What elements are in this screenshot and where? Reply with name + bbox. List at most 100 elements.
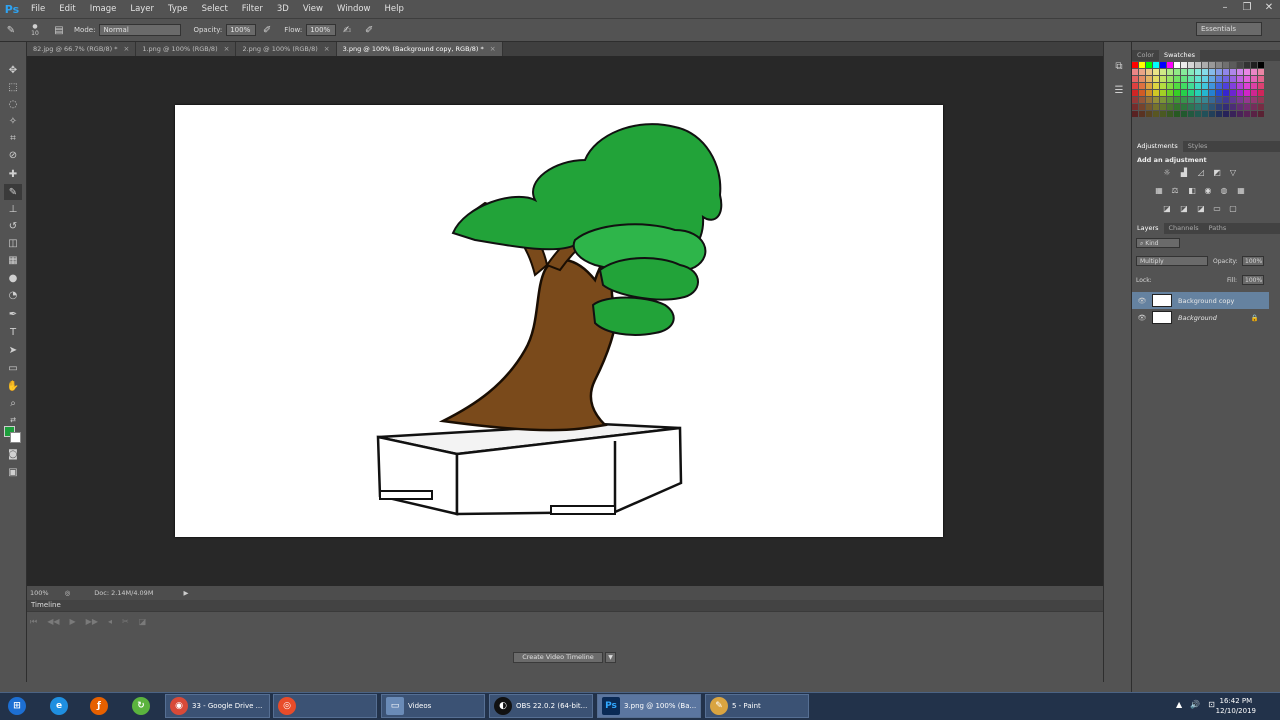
opacity-pressure-icon[interactable]: ✐ [260,23,274,37]
tab-channels[interactable]: Channels [1164,223,1204,234]
swatch[interactable] [1209,62,1216,69]
color-balance-icon[interactable]: ⚖ [1169,186,1181,196]
background-color-swatch[interactable] [10,432,21,443]
threshold-icon[interactable]: ◪ [1195,204,1207,214]
swatch[interactable] [1209,90,1216,97]
swatch[interactable] [1146,76,1153,83]
taskbar-videos[interactable]: ▭ Videos [381,694,485,718]
tab-3-png[interactable]: 3.png @ 100% (Background copy, RGB/8) * × [336,42,503,56]
swatch[interactable] [1132,111,1139,118]
swatch[interactable] [1237,97,1244,104]
swatch[interactable] [1160,97,1167,104]
swatch[interactable] [1202,104,1209,111]
swatch[interactable] [1202,111,1209,118]
menu-type[interactable]: Type [161,0,195,18]
swatch[interactable] [1223,104,1230,111]
swatch[interactable] [1139,76,1146,83]
swatch[interactable] [1153,90,1160,97]
swatch[interactable] [1160,62,1167,69]
visibility-eye-icon[interactable]: 👁 [1136,314,1148,322]
swatch[interactable] [1181,76,1188,83]
visibility-eye-icon[interactable]: 👁 [1136,297,1148,305]
swatch[interactable] [1244,111,1251,118]
healing-brush-tool-icon[interactable]: ✚ [4,166,22,182]
size-pressure-icon[interactable]: ✐ [362,23,376,37]
swatch[interactable] [1258,76,1265,83]
swatch[interactable] [1244,76,1251,83]
brush-size-picker[interactable]: ● 10 [26,23,44,37]
swatch[interactable] [1195,76,1202,83]
swatch[interactable] [1146,90,1153,97]
swatch[interactable] [1174,97,1181,104]
swatch[interactable] [1167,111,1174,118]
swatch[interactable] [1202,69,1209,76]
tab-2-png[interactable]: 2.png @ 100% (RGB/8) × [236,42,337,56]
swatch[interactable] [1209,104,1216,111]
timeline-panel-header[interactable]: Timeline [27,600,1103,611]
menu-help[interactable]: Help [378,0,411,18]
swatch[interactable] [1132,62,1139,69]
swatch[interactable] [1160,76,1167,83]
swatch[interactable] [1195,83,1202,90]
swatch[interactable] [1244,90,1251,97]
swatch[interactable] [1223,90,1230,97]
eraser-tool-icon[interactable]: ◫ [4,235,22,251]
taskbar-clock[interactable]: 16:42 PM 12/10/2019 [1216,696,1256,716]
swatch[interactable] [1153,83,1160,90]
restore-button[interactable]: ❐ [1236,0,1258,14]
brush-panel-toggle-icon[interactable]: ▤ [52,23,66,37]
swatch[interactable] [1230,104,1237,111]
path-selection-tool-icon[interactable]: ➤ [4,342,22,358]
swatch[interactable] [1139,104,1146,111]
swatch[interactable] [1237,83,1244,90]
volume-icon[interactable]: 🔊 [1190,700,1200,709]
swatch[interactable] [1209,83,1216,90]
hue-saturation-icon[interactable]: ▦ [1153,186,1165,196]
swatch[interactable] [1139,97,1146,104]
swatch[interactable] [1223,83,1230,90]
swatch[interactable] [1139,111,1146,118]
play-icon[interactable]: ▶ [70,617,76,631]
swatch[interactable] [1167,97,1174,104]
layer-name[interactable]: Background copy [1178,297,1234,305]
blend-mode-select[interactable]: Multiply [1136,256,1208,266]
swatch[interactable] [1209,111,1216,118]
swatch[interactable] [1258,97,1265,104]
swatch[interactable] [1237,111,1244,118]
levels-icon[interactable]: ▟ [1178,168,1190,178]
menu-view[interactable]: View [296,0,330,18]
swatch[interactable] [1251,69,1258,76]
brush-tool-preset-icon[interactable]: ✎ [4,23,18,37]
swatch[interactable] [1174,111,1181,118]
layer-row[interactable]: 👁 Background copy [1132,292,1269,309]
menu-file[interactable]: File [24,0,52,18]
swatch[interactable] [1258,83,1265,90]
lasso-tool-icon[interactable]: ◌ [4,96,22,112]
swatch[interactable] [1223,62,1230,69]
tab-82-jpg[interactable]: 82.jpg @ 66.7% (RGB/8) * × [27,42,137,56]
swatch[interactable] [1153,69,1160,76]
swatch[interactable] [1216,69,1223,76]
swatch[interactable] [1216,90,1223,97]
hand-tool-icon[interactable]: ✋ [4,378,22,394]
taskbar-firefox[interactable]: ƒ [86,694,116,718]
swatch[interactable] [1195,62,1202,69]
history-panel-icon[interactable]: ⧉ [1110,58,1128,74]
vibrance-icon[interactable]: ▽ [1227,168,1239,178]
swatch[interactable] [1244,62,1251,69]
type-tool-icon[interactable]: T [4,324,22,340]
transition-icon[interactable]: ◪ [139,617,147,631]
layer-name[interactable]: Background [1178,314,1217,322]
swatch[interactable] [1181,90,1188,97]
tab-paths[interactable]: Paths [1204,223,1232,234]
swatch[interactable] [1153,76,1160,83]
zoom-level[interactable]: 100% [30,589,49,597]
swatch[interactable] [1244,69,1251,76]
swatch[interactable] [1209,69,1216,76]
swatch[interactable] [1202,83,1209,90]
workspace-select[interactable]: Essentials [1196,22,1262,36]
swatch[interactable] [1251,62,1258,69]
swatches-grid[interactable] [1132,62,1269,120]
menu-edit[interactable]: Edit [52,0,82,18]
opacity-field[interactable]: 100% [226,24,257,36]
